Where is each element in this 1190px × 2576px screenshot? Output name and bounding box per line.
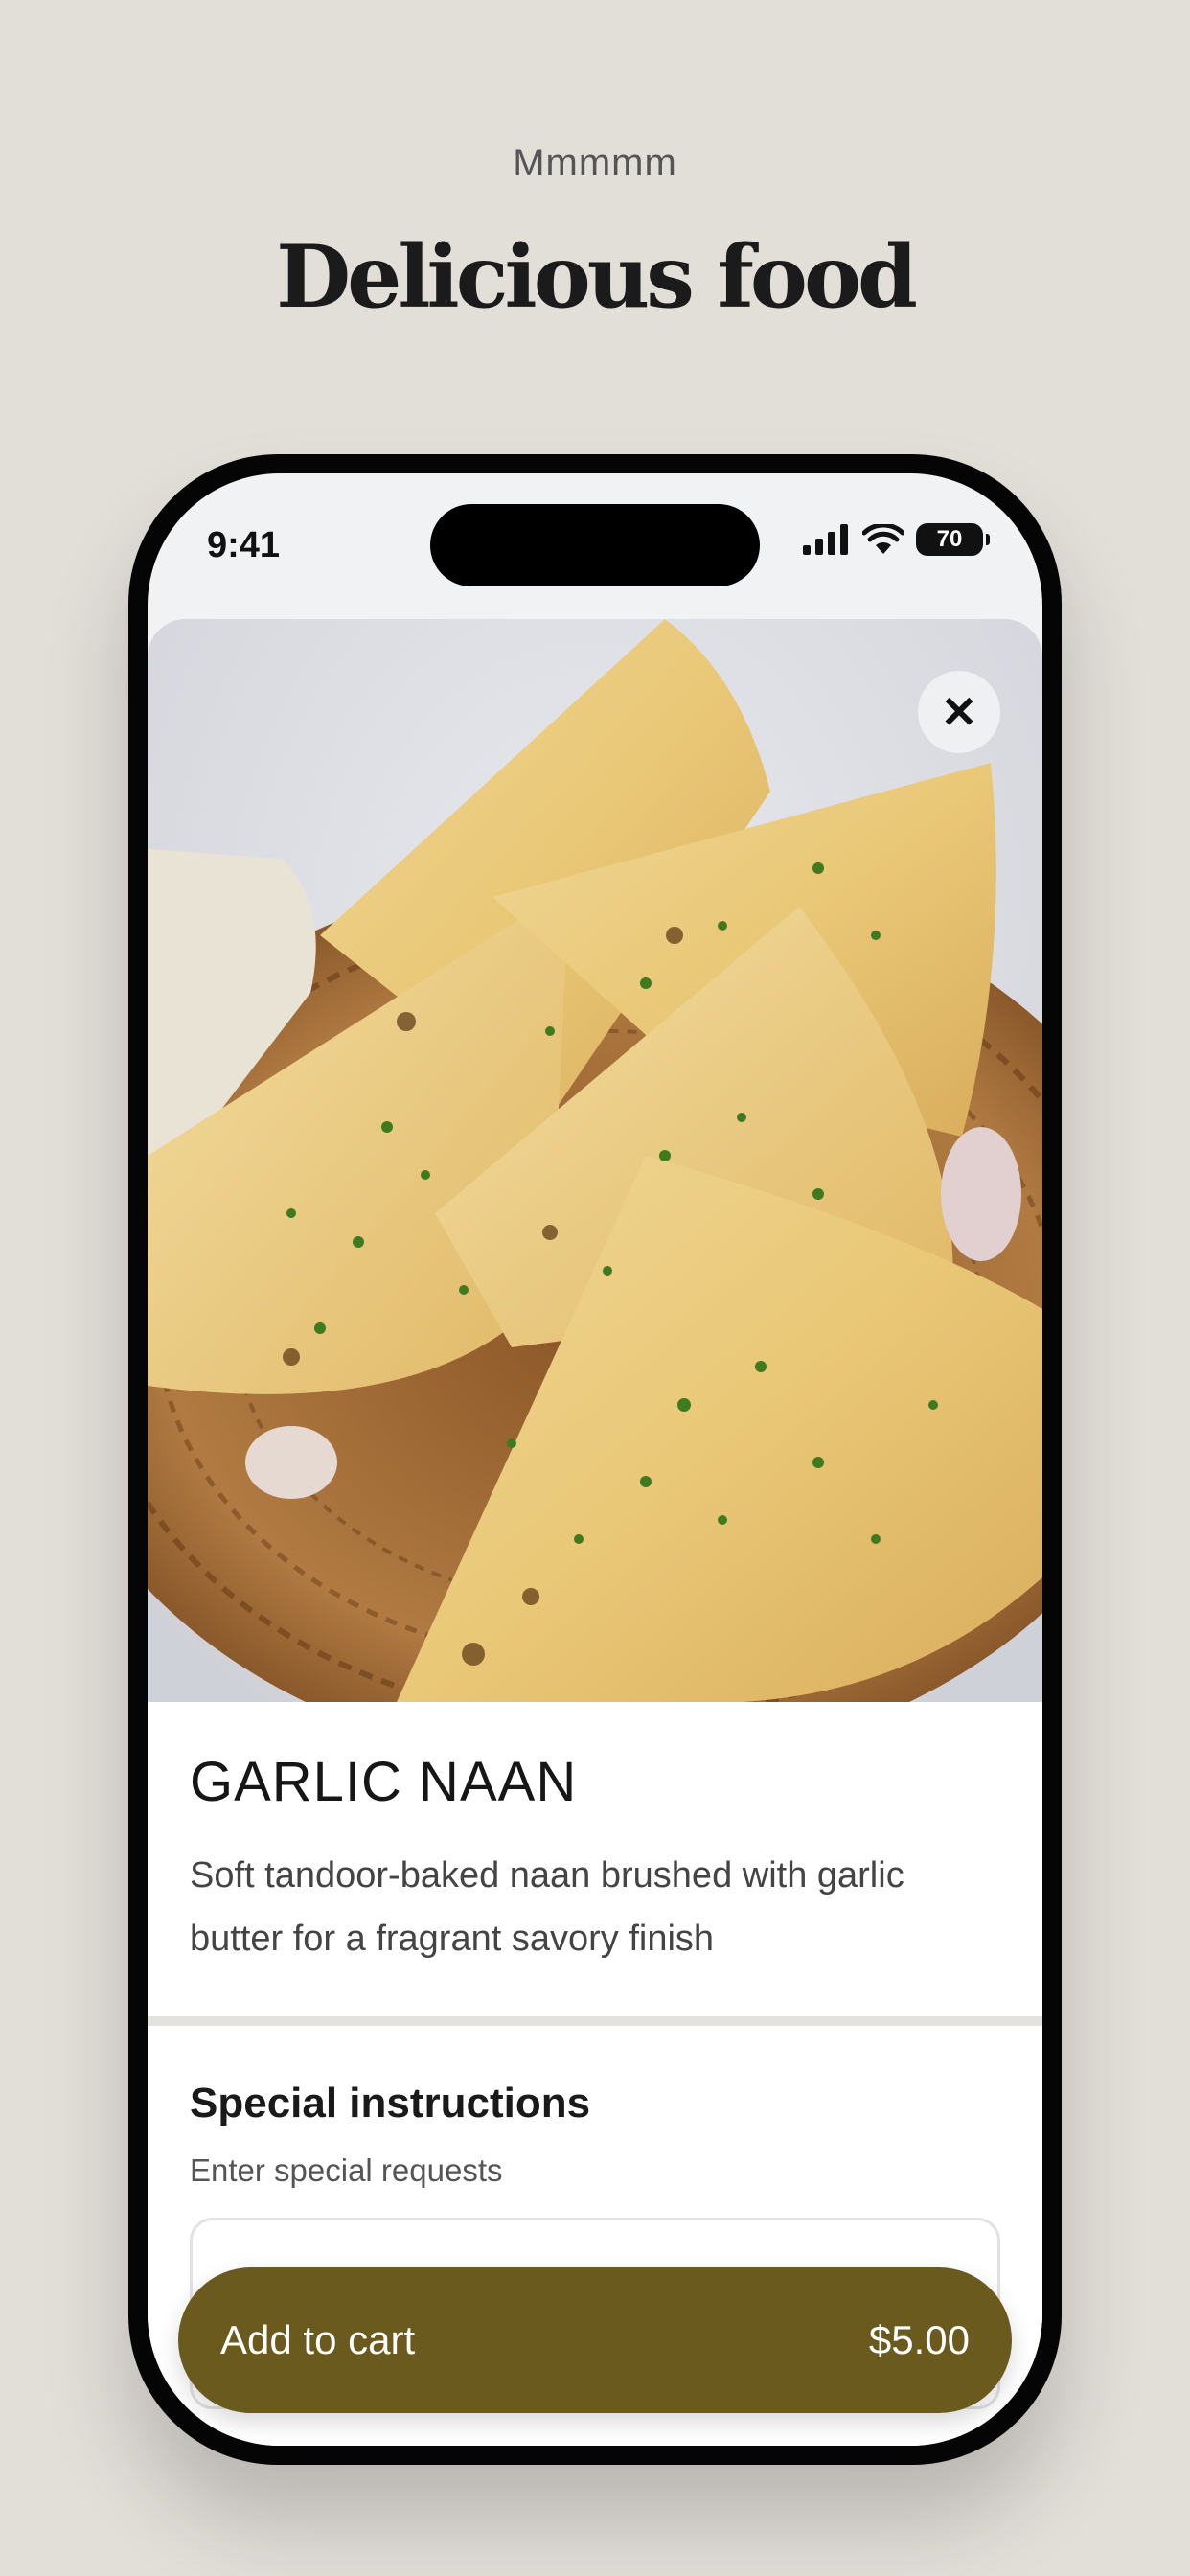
phone-frame: 9:41 70 ✕ GARLIC NAAN Soft tandoor-baked… bbox=[128, 454, 1062, 2465]
cart-price: $5.00 bbox=[868, 2317, 970, 2362]
item-description: Soft tandoor-baked naan brushed with gar… bbox=[190, 1855, 904, 1959]
add-to-cart-button[interactable]: Add to cart $5.00 bbox=[178, 2267, 1012, 2413]
wifi-icon bbox=[862, 524, 904, 554]
naan-basket-image bbox=[148, 619, 1042, 1702]
promo-headline: Delicious food bbox=[276, 226, 918, 328]
battery-level: 70 bbox=[936, 526, 963, 552]
dynamic-island bbox=[430, 504, 760, 586]
phone-screen: 9:41 70 ✕ GARLIC NAAN Soft tandoor-baked… bbox=[148, 473, 1042, 2446]
item-photo: ✕ bbox=[148, 619, 1042, 1702]
status-time: 9:41 bbox=[207, 525, 281, 565]
status-icons: 70 bbox=[803, 523, 990, 556]
add-to-cart-label: Add to cart bbox=[220, 2317, 416, 2362]
close-icon: ✕ bbox=[940, 687, 978, 737]
item-title: GARLIC NAAN bbox=[190, 1751, 578, 1813]
section-divider bbox=[148, 2016, 1042, 2026]
promo-kicker: Mmmmm bbox=[513, 142, 677, 184]
item-sheet: ✕ GARLIC NAAN Soft tandoor-baked naan br… bbox=[148, 619, 1042, 2446]
signal-icon bbox=[803, 524, 848, 555]
close-button[interactable]: ✕ bbox=[918, 671, 1000, 753]
instructions-subtitle: Enter special requests bbox=[190, 2152, 503, 2188]
instructions-title: Special instructions bbox=[190, 2080, 591, 2127]
battery-icon: 70 bbox=[916, 523, 990, 556]
